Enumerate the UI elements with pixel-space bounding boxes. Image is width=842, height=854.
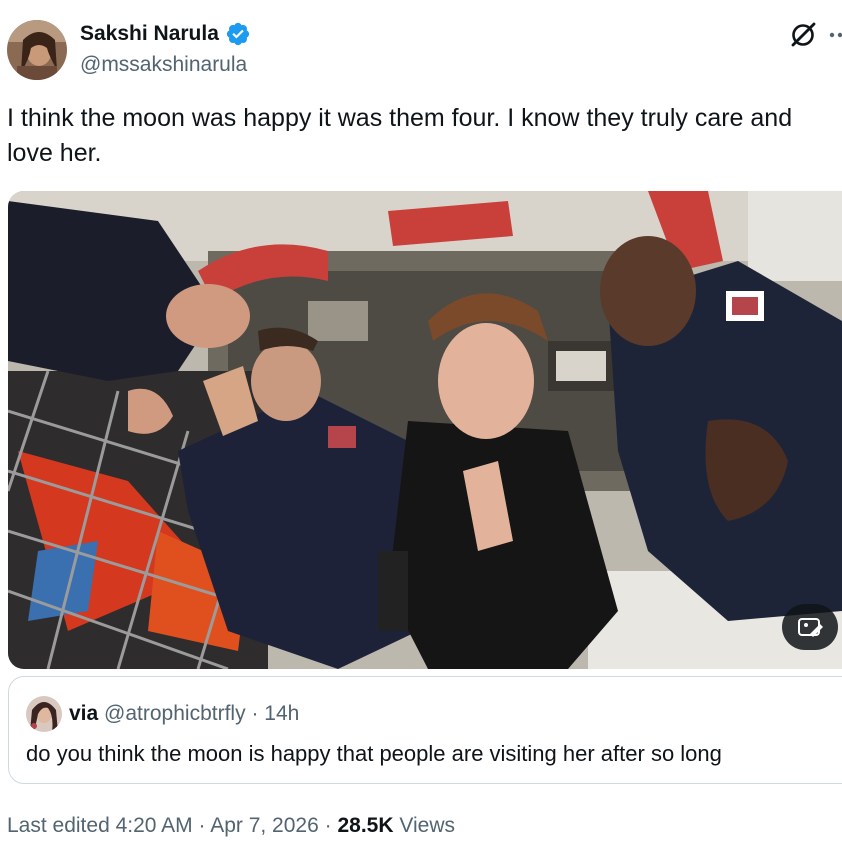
edit-image-icon[interactable] bbox=[782, 604, 838, 650]
quote-author-name[interactable]: via bbox=[69, 702, 98, 725]
verified-badge-icon bbox=[225, 21, 251, 47]
tweet-photo[interactable] bbox=[8, 191, 842, 669]
quote-separator: · bbox=[251, 702, 259, 725]
tweet-time[interactable]: 4:20 AM bbox=[116, 814, 193, 837]
tweet-text: I think the moon was happy it was them f… bbox=[7, 104, 793, 167]
views-label[interactable]: Views bbox=[399, 814, 455, 837]
quote-timestamp[interactable]: 14h bbox=[264, 702, 299, 725]
author-display-name[interactable]: Sakshi Narula bbox=[80, 20, 219, 48]
footer-separator-1: · bbox=[198, 814, 206, 837]
more-icon[interactable] bbox=[826, 20, 842, 50]
tweet-date[interactable]: Apr 7, 2026 bbox=[210, 814, 319, 837]
author-display-name-row[interactable]: Sakshi Narula bbox=[80, 20, 251, 48]
author-handle[interactable]: @mssakshinarula bbox=[80, 51, 247, 79]
quote-author-handle[interactable]: @atrophicbtrfly bbox=[104, 702, 246, 725]
quoted-tweet[interactable]: via @atrophicbtrfly · 14h do you think t… bbox=[8, 676, 842, 784]
tweet-footer: Last edited 4:20 AM · Apr 7, 2026 · 28.5… bbox=[7, 812, 455, 840]
edited-label[interactable]: Last edited bbox=[7, 814, 110, 837]
quote-header: via @atrophicbtrfly · 14h bbox=[69, 701, 299, 727]
views-count[interactable]: 28.5K bbox=[337, 814, 393, 837]
grok-icon[interactable] bbox=[786, 18, 820, 52]
footer-separator-2: · bbox=[324, 814, 332, 837]
quote-avatar[interactable] bbox=[26, 696, 62, 732]
quote-text: do you think the moon is happy that peop… bbox=[26, 741, 722, 766]
author-avatar[interactable] bbox=[7, 20, 67, 80]
